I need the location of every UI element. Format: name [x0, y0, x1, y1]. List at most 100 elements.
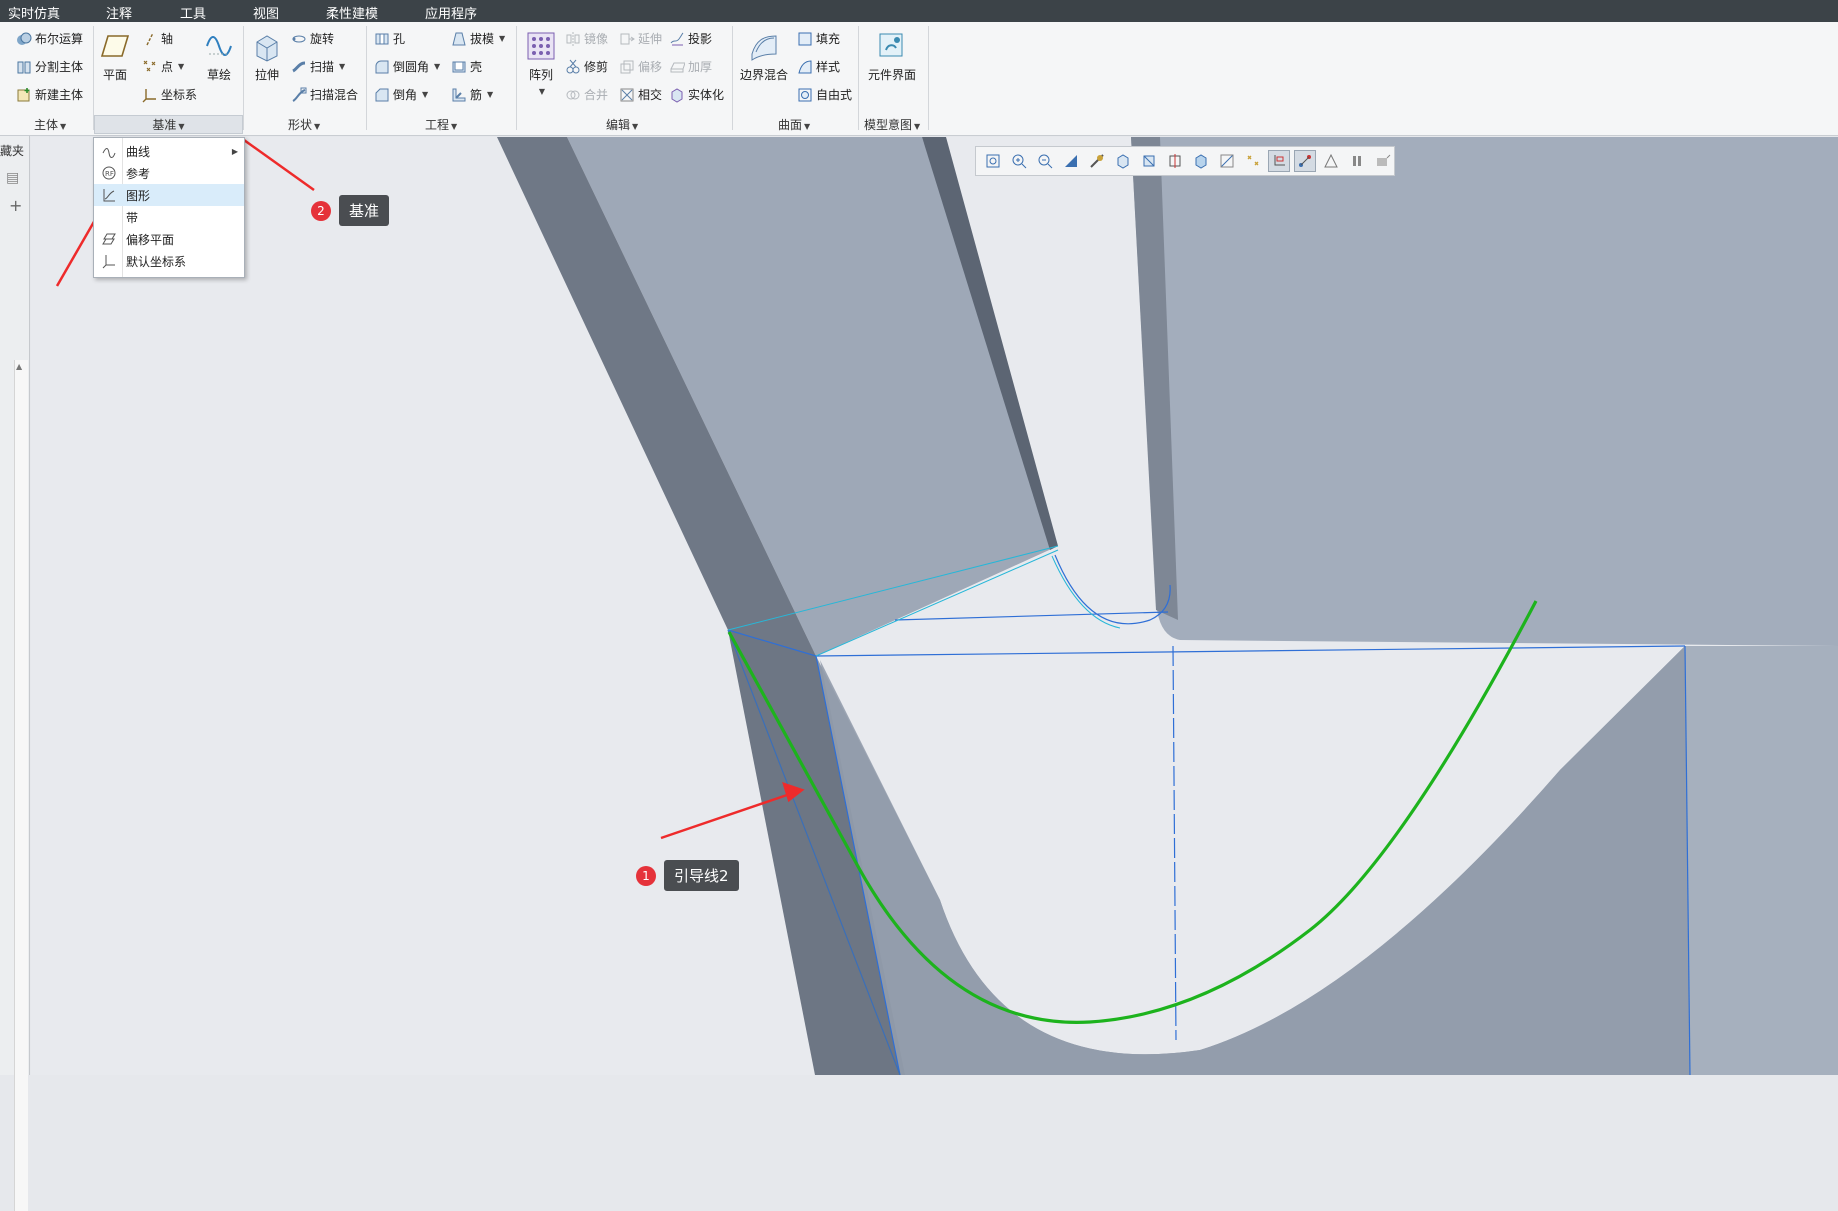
regenerate-icon[interactable] — [1372, 150, 1394, 172]
thicken-icon — [669, 59, 685, 75]
pause-icon[interactable] — [1346, 150, 1368, 172]
trim-button[interactable]: 修剪 — [565, 58, 608, 75]
callout-number: 1 — [636, 865, 656, 886]
draft-button[interactable]: 拔模 ▼ — [451, 30, 505, 47]
menu-flexible-modeling[interactable]: 柔性建模 — [326, 3, 378, 22]
chevron-down-icon: ▼ — [538, 87, 546, 96]
pattern-button[interactable]: 阵列 ▼ — [525, 30, 557, 96]
menu-item-graph[interactable]: 图形 — [94, 184, 244, 206]
sketch-button[interactable]: 草绘 — [203, 30, 235, 83]
menu-annotate[interactable]: 注释 — [106, 3, 132, 22]
view-manager-icon[interactable] — [1138, 150, 1160, 172]
freestyle-icon — [797, 87, 813, 103]
left-panel-scrollbar[interactable]: ▲ — [14, 360, 28, 1211]
menu-realtime-simulation[interactable]: 实时仿真 — [8, 3, 60, 22]
plane-display-icon[interactable] — [1216, 150, 1238, 172]
refit-icon[interactable] — [982, 150, 1004, 172]
zoom-out-icon[interactable] — [1034, 150, 1056, 172]
thicken-button[interactable]: 加厚 — [669, 58, 712, 75]
pattern-icon — [525, 30, 557, 62]
repaint-icon[interactable] — [1060, 150, 1082, 172]
mirror-button[interactable]: 镜像 — [565, 30, 608, 47]
group-datum-label[interactable]: 基准 ▼ — [94, 115, 243, 134]
extend-button[interactable]: 延伸 — [619, 30, 662, 47]
point-icon — [142, 59, 158, 75]
group-divider — [243, 26, 244, 130]
graphics-viewport[interactable] — [31, 137, 1838, 1075]
menu-view[interactable]: 视图 — [253, 3, 279, 22]
intersect-button[interactable]: 相交 — [619, 86, 662, 103]
mirror-icon — [565, 31, 581, 47]
csys-button[interactable]: 坐标系 — [142, 86, 197, 103]
extrude-button[interactable]: 拉伸 — [251, 30, 283, 83]
axis-button[interactable]: 轴 — [142, 30, 173, 47]
shell-icon — [451, 59, 467, 75]
component-interface-button[interactable]: 元件界面 — [868, 30, 916, 83]
new-body-button[interactable]: 新建主体 — [16, 86, 83, 103]
extrude-icon — [251, 30, 283, 62]
split-body-button[interactable]: 分割主体 — [16, 58, 83, 75]
callout-guide-curve: 1 引导线2 — [636, 860, 739, 891]
model-scene[interactable] — [31, 137, 1838, 1075]
shell-button[interactable]: 壳 — [451, 58, 482, 75]
callout-datum: 2 基准 — [311, 195, 390, 226]
point-button[interactable]: 点 ▼ — [142, 58, 184, 75]
offset-button[interactable]: 偏移 — [619, 58, 662, 75]
filter-icon[interactable]: ▤ — [6, 170, 19, 186]
fill-button[interactable]: 填充 — [797, 30, 840, 47]
boundary-blend-button[interactable]: 边界混合 — [740, 30, 788, 83]
zoom-in-icon[interactable] — [1008, 150, 1030, 172]
right-lower-face — [1685, 646, 1838, 1075]
group-divider — [858, 26, 859, 130]
display-style-icon[interactable] — [1086, 150, 1108, 172]
style-icon — [797, 59, 813, 75]
group-body-label[interactable]: 主体 ▼ — [34, 116, 66, 133]
hole-button[interactable]: 孔 — [374, 30, 405, 47]
extend-icon — [619, 31, 635, 47]
sweep-button[interactable]: 扫描 ▼ — [291, 58, 345, 75]
section-icon[interactable] — [1190, 150, 1212, 172]
menu-applications[interactable]: 应用程序 — [425, 3, 477, 22]
plane-icon — [99, 30, 131, 62]
plane-button[interactable]: 平面 — [99, 30, 131, 83]
menu-item-ribbon[interactable]: 带 — [94, 206, 244, 228]
menu-item-default-csys[interactable]: 默认坐标系 — [94, 250, 244, 272]
saved-orientation-icon[interactable] — [1112, 150, 1134, 172]
chamfer-button[interactable]: 倒角 ▼ — [374, 86, 428, 103]
style-button[interactable]: 样式 — [797, 58, 840, 75]
rib-button[interactable]: 筋 ▼ — [451, 86, 493, 103]
rib-icon — [451, 87, 467, 103]
curve-icon — [98, 140, 120, 162]
solidify-button[interactable]: 实体化 — [669, 86, 724, 103]
freestyle-button[interactable]: 自由式 — [797, 86, 852, 103]
menu-item-curve[interactable]: 曲线 ▶ — [94, 140, 244, 162]
solidify-icon — [669, 87, 685, 103]
merge-button[interactable]: 合并 — [565, 86, 608, 103]
split-body-icon — [16, 59, 32, 75]
point-display-icon[interactable] — [1242, 150, 1264, 172]
add-icon[interactable]: + — [9, 196, 22, 215]
menu-item-offset-plane[interactable]: 偏移平面 — [94, 228, 244, 250]
annotation-display-icon[interactable] — [1294, 150, 1316, 172]
menu-item-reference[interactable]: RF 参考 — [94, 162, 244, 184]
perspective-icon[interactable] — [1164, 150, 1186, 172]
swept-blend-button[interactable]: 扫描混合 — [291, 86, 358, 103]
group-engineering-label[interactable]: 工程 ▼ — [425, 116, 457, 133]
group-shape-label[interactable]: 形状 ▼ — [288, 116, 320, 133]
group-model-intent-label[interactable]: 模型意图 ▼ — [864, 116, 920, 133]
csys-display-icon[interactable] — [1268, 150, 1290, 172]
favorites-tab[interactable]: 藏夹 — [0, 142, 24, 159]
spin-center-icon[interactable] — [1320, 150, 1342, 172]
revolve-button[interactable]: 旋转 — [291, 30, 334, 47]
component-interface-icon — [876, 30, 908, 62]
boolean-ops-button[interactable]: 布尔运算 — [16, 30, 83, 47]
group-edit-label[interactable]: 编辑 ▼ — [606, 116, 638, 133]
group-divider — [516, 26, 517, 130]
group-surface-label[interactable]: 曲面 ▼ — [778, 116, 810, 133]
graph-icon — [98, 184, 120, 206]
scroll-up-icon[interactable]: ▲ — [16, 362, 22, 371]
swept-blend-icon — [291, 87, 307, 103]
project-button[interactable]: 投影 — [669, 30, 712, 47]
round-button[interactable]: 倒圆角 ▼ — [374, 58, 440, 75]
menu-tools[interactable]: 工具 — [180, 3, 206, 22]
